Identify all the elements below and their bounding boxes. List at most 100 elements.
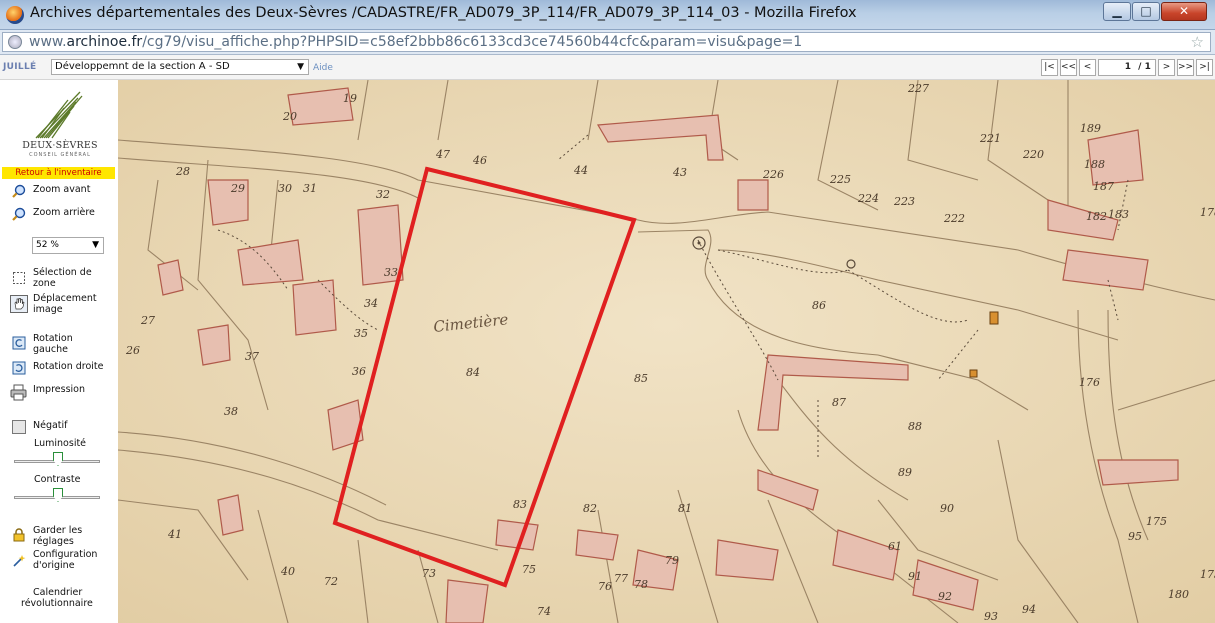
next-page-button[interactable]: > — [1158, 59, 1175, 76]
reset-config-label-2: d'origine — [33, 560, 75, 571]
feather-logo-icon — [35, 91, 83, 139]
parcel-number: 92 — [938, 590, 952, 603]
parcel-number: 74 — [537, 605, 551, 618]
parcel-number: 189 — [1080, 122, 1101, 135]
parcel-number: 222 — [943, 212, 965, 225]
parcel-number: 223 — [893, 195, 915, 208]
url-domain: archinoe.fr — [66, 34, 143, 50]
parcel-number: 46 — [472, 154, 487, 167]
parcel-number: 30 — [278, 182, 292, 195]
page-number-input[interactable]: 1 — [1098, 59, 1134, 76]
negative-label: Négatif — [33, 420, 68, 431]
zoom-level-value: 52 % — [36, 240, 59, 250]
navigation-bar: www.archinoe.fr/cg79/visu_affiche.php?PH… — [0, 30, 1215, 55]
viewer-toolbar: JUILLÉ Développemnt de la section A - SD… — [0, 55, 1215, 80]
first-page-button[interactable]: |< — [1041, 59, 1058, 76]
url-prefix: www. — [29, 34, 67, 50]
parcel-number: 83 — [513, 498, 527, 511]
address-bar[interactable]: www.archinoe.fr/cg79/visu_affiche.php?PH… — [2, 32, 1211, 52]
firefox-icon — [6, 6, 24, 24]
parcel-number: 188 — [1084, 158, 1105, 171]
window-title: Archives départementales des Deux-Sèvres… — [30, 5, 857, 21]
parcel-number: 61 — [888, 540, 902, 553]
brightness-handle[interactable] — [53, 452, 63, 466]
parcel-number: 85 — [634, 372, 648, 385]
logo-brand: DEUX·SÈVRES — [22, 140, 98, 151]
prev-fast-button[interactable]: << — [1060, 59, 1077, 76]
calendar-label: Calendrier — [33, 587, 83, 598]
parcel-number: 224 — [857, 192, 879, 205]
brightness-slider[interactable] — [14, 452, 100, 470]
parcel-number: 226 — [762, 168, 784, 181]
close-button[interactable]: ✕ — [1161, 2, 1207, 21]
contrast-slider[interactable] — [14, 488, 100, 506]
retour-inventaire-link[interactable]: Retour à l'inventaire — [2, 167, 115, 179]
cadastre-map-image: 20 19 47 46 44 43 227 226 225 224 223 222 221 220 189 1… — [118, 80, 1215, 623]
page-total: / 1 — [1134, 59, 1156, 76]
deux-sevres-logo: DEUX·SÈVRES CONSEIL GÉNÉRAL — [20, 88, 100, 168]
checkbox-icon — [12, 420, 26, 434]
parcel-number: 86 — [812, 299, 826, 312]
prev-page-button[interactable]: < — [1079, 59, 1096, 76]
parcel-number: 227 — [907, 82, 929, 95]
keep-settings-label: Garder les — [33, 525, 83, 536]
parcel-number: 176 — [1079, 376, 1100, 389]
parcel-number: 178 — [1200, 206, 1215, 219]
parcel-number: 93 — [984, 610, 998, 623]
pan-image-label-2: image — [33, 304, 63, 315]
parcel-number: 84 — [466, 366, 480, 379]
keep-settings-label-2: réglages — [33, 536, 74, 547]
parcel-number: 76 — [598, 580, 612, 593]
parcel-number: 38 — [224, 405, 238, 418]
commune-label: JUILLÉ — [3, 62, 37, 72]
parcel-number: 87 — [832, 396, 846, 409]
calendar-label-2: révolutionnaire — [21, 598, 93, 609]
aide-link[interactable]: Aide — [313, 63, 333, 73]
maximize-button[interactable]: □ — [1132, 2, 1160, 21]
parcel-number: 37 — [245, 350, 259, 363]
parcel-number: 79 — [665, 554, 679, 567]
parcel-number: 36 — [352, 365, 366, 378]
parcel-number: 41 — [167, 528, 182, 541]
tools-sidebar: DEUX·SÈVRES CONSEIL GÉNÉRAL Retour à l'i… — [0, 80, 119, 623]
parcel-number: 95 — [1128, 530, 1142, 543]
parcel-number: 34 — [364, 297, 378, 310]
parcel-number: 31 — [303, 182, 317, 195]
parcel-number: 220 — [1022, 148, 1044, 161]
print-label: Impression — [33, 384, 85, 395]
magic-wand-icon — [13, 555, 26, 567]
rotate-left-icon — [12, 336, 26, 350]
zoom-in-label: Zoom avant — [33, 184, 91, 195]
chevron-down-icon: ▼ — [92, 240, 99, 250]
parcel-number: 35 — [354, 327, 368, 340]
bookmark-star-icon[interactable]: ☆ — [1191, 33, 1204, 51]
minimize-button[interactable]: ▁ — [1103, 2, 1131, 21]
parcel-number: 221 — [979, 132, 1001, 145]
zoom-level-select[interactable]: 52 % ▼ — [32, 237, 104, 254]
parcel-number: 81 — [678, 502, 692, 515]
contrast-label: Contraste — [34, 474, 81, 485]
magnifier-plus-icon — [12, 184, 26, 198]
parcel-number: 47 — [435, 148, 450, 161]
parcel-number: 225 — [829, 173, 851, 186]
logo-subtitle: CONSEIL GÉNÉRAL — [29, 152, 91, 158]
site-identity-icon[interactable] — [8, 35, 22, 49]
contrast-handle[interactable] — [53, 488, 63, 502]
selection-zone-label: Sélection de — [33, 267, 92, 278]
parcel-number: 33 — [384, 266, 398, 279]
section-select[interactable]: Développemnt de la section A - SD ▼ — [51, 59, 309, 75]
cadastre-map-viewer[interactable]: 20 19 47 46 44 43 227 226 225 224 223 222 221 220 189 1… — [118, 80, 1215, 623]
rotate-right-label: Rotation droite — [33, 361, 104, 372]
parcel-number: 180 — [1168, 588, 1189, 601]
next-fast-button[interactable]: >> — [1177, 59, 1194, 76]
parcel-number: 20 — [282, 110, 297, 123]
url-text[interactable]: www.archinoe.fr/cg79/visu_affiche.php?PH… — [29, 34, 802, 50]
rotate-left-label-2: gauche — [33, 344, 68, 355]
last-page-button[interactable]: >| — [1196, 59, 1213, 76]
parcel-number: 182 — [1086, 210, 1107, 223]
hand-icon — [10, 295, 28, 313]
parcel-number: 91 — [908, 570, 922, 583]
parcel-number: 88 — [908, 420, 922, 433]
parcel-number: 94 — [1022, 603, 1036, 616]
section-select-value: Développemnt de la section A - SD — [55, 61, 230, 72]
